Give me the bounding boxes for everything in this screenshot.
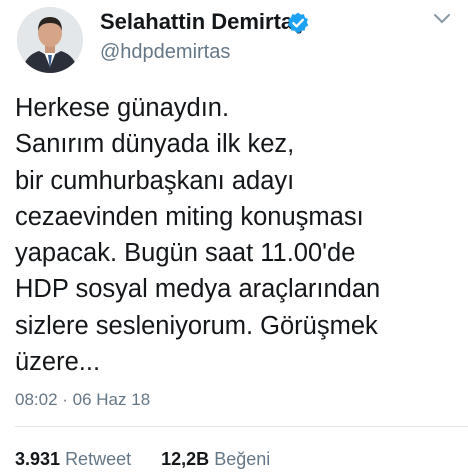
like-label: Beğeni bbox=[214, 449, 271, 469]
tweet-timestamp[interactable]: 08:02 · 06 Haz 18 bbox=[15, 390, 150, 410]
tweet-text-line: sizlere sesleniyorum. Görüşmek bbox=[15, 311, 378, 340]
retweet-label: Retweet bbox=[65, 449, 132, 469]
author-handle[interactable]: @hdpdemirtas bbox=[100, 41, 230, 64]
chevron-down-icon[interactable] bbox=[433, 13, 451, 25]
tweet-text-line: cezaevinden miting konuşması bbox=[15, 202, 364, 231]
avatar[interactable] bbox=[17, 7, 83, 73]
divider bbox=[15, 426, 468, 427]
tweet-stats: 3.931 Retweet 12,2B Beğeni bbox=[15, 449, 270, 470]
retweet-count: 3.931 bbox=[15, 449, 61, 469]
like-stat[interactable]: 12,2B Beğeni bbox=[161, 449, 270, 469]
tweet-text-line: Sanırım dünyada ilk kez, bbox=[15, 130, 295, 159]
retweet-stat[interactable]: 3.931 Retweet bbox=[15, 449, 136, 469]
author-display-name[interactable]: Selahattin Demirtaş bbox=[100, 9, 305, 35]
tweet-text-line: bir cumhurbaşkanı adayı bbox=[15, 166, 295, 195]
tweet-text-line: yapacak. Bugün saat 11.00'de bbox=[15, 239, 356, 268]
tweet-text-line: HDP sosyal medya araçlarından bbox=[15, 275, 381, 304]
tweet-header: Selahattin Demirtaş @hdpdemirtas bbox=[0, 0, 468, 90]
verified-badge-icon bbox=[287, 12, 309, 34]
like-count: 12,2B bbox=[161, 449, 210, 469]
tweet-text-line: üzere... bbox=[15, 348, 101, 377]
profile-photo bbox=[17, 7, 83, 73]
tweet-text-line: Herkese günaydın. bbox=[15, 94, 230, 122]
tweet-text: Herkese günaydın. Sanırım dünyada ilk ke… bbox=[15, 90, 460, 380]
